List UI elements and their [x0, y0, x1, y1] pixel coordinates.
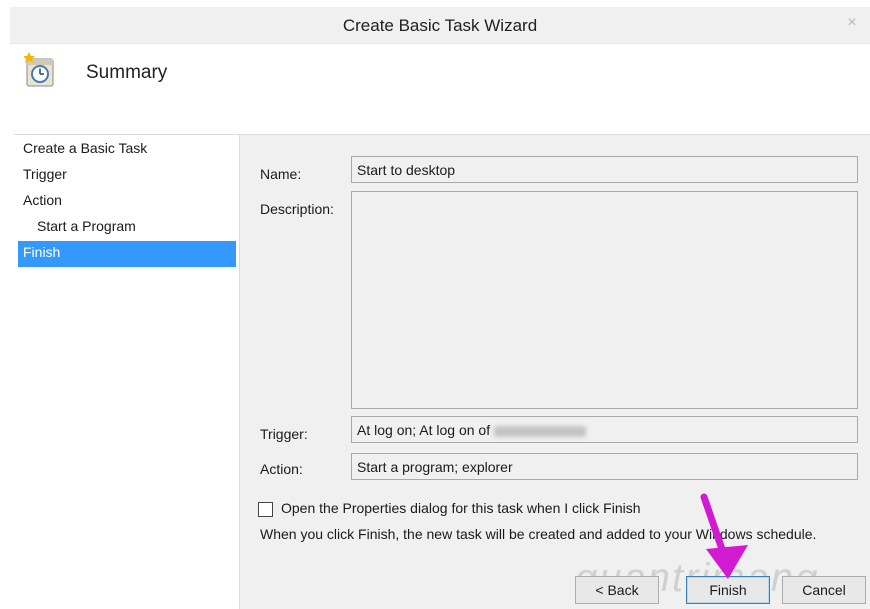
- step-trigger[interactable]: Trigger: [18, 163, 236, 189]
- wizard-steps-pane: Create a Basic Task Trigger Action Start a …: [14, 135, 239, 609]
- wizard-steps-list: Create a Basic Task Trigger Action Start a …: [18, 137, 236, 267]
- step-create-a-basic-task[interactable]: Create a Basic Task: [18, 137, 236, 163]
- annotation-arrow-icon: [700, 493, 748, 579]
- task-scheduler-clock-icon: [24, 52, 54, 87]
- window-titlebar: Create Basic Task Wizard ×: [10, 7, 870, 44]
- back-button[interactable]: < Back: [575, 576, 659, 604]
- trigger-label: Trigger:: [260, 426, 308, 442]
- name-label: Name:: [260, 166, 302, 182]
- page-title: Summary: [86, 62, 168, 83]
- name-field: Start to desktop: [351, 156, 858, 183]
- description-label: Description:: [260, 201, 334, 217]
- summary-pane: Name: Start to desktop Description: Trig…: [239, 135, 870, 609]
- redacted-username: [494, 425, 587, 437]
- action-label: Action:: [260, 461, 303, 477]
- trigger-field: At log on; At log on of: [351, 416, 858, 443]
- description-field: [351, 191, 858, 409]
- trigger-value: At log on; At log on of: [357, 422, 491, 438]
- open-properties-label[interactable]: Open the Properties dialog for this task…: [281, 500, 641, 516]
- step-finish[interactable]: Finish: [18, 241, 236, 267]
- wizard-header: Summary: [14, 44, 870, 135]
- cancel-button[interactable]: Cancel: [782, 576, 866, 604]
- step-action[interactable]: Action: [18, 189, 236, 215]
- action-field: Start a program; explorer: [351, 453, 858, 480]
- window-title: Create Basic Task Wizard: [342, 16, 538, 35]
- step-start-a-program[interactable]: Start a Program: [18, 215, 236, 241]
- close-icon[interactable]: ×: [840, 12, 864, 34]
- open-properties-checkbox[interactable]: [258, 502, 273, 517]
